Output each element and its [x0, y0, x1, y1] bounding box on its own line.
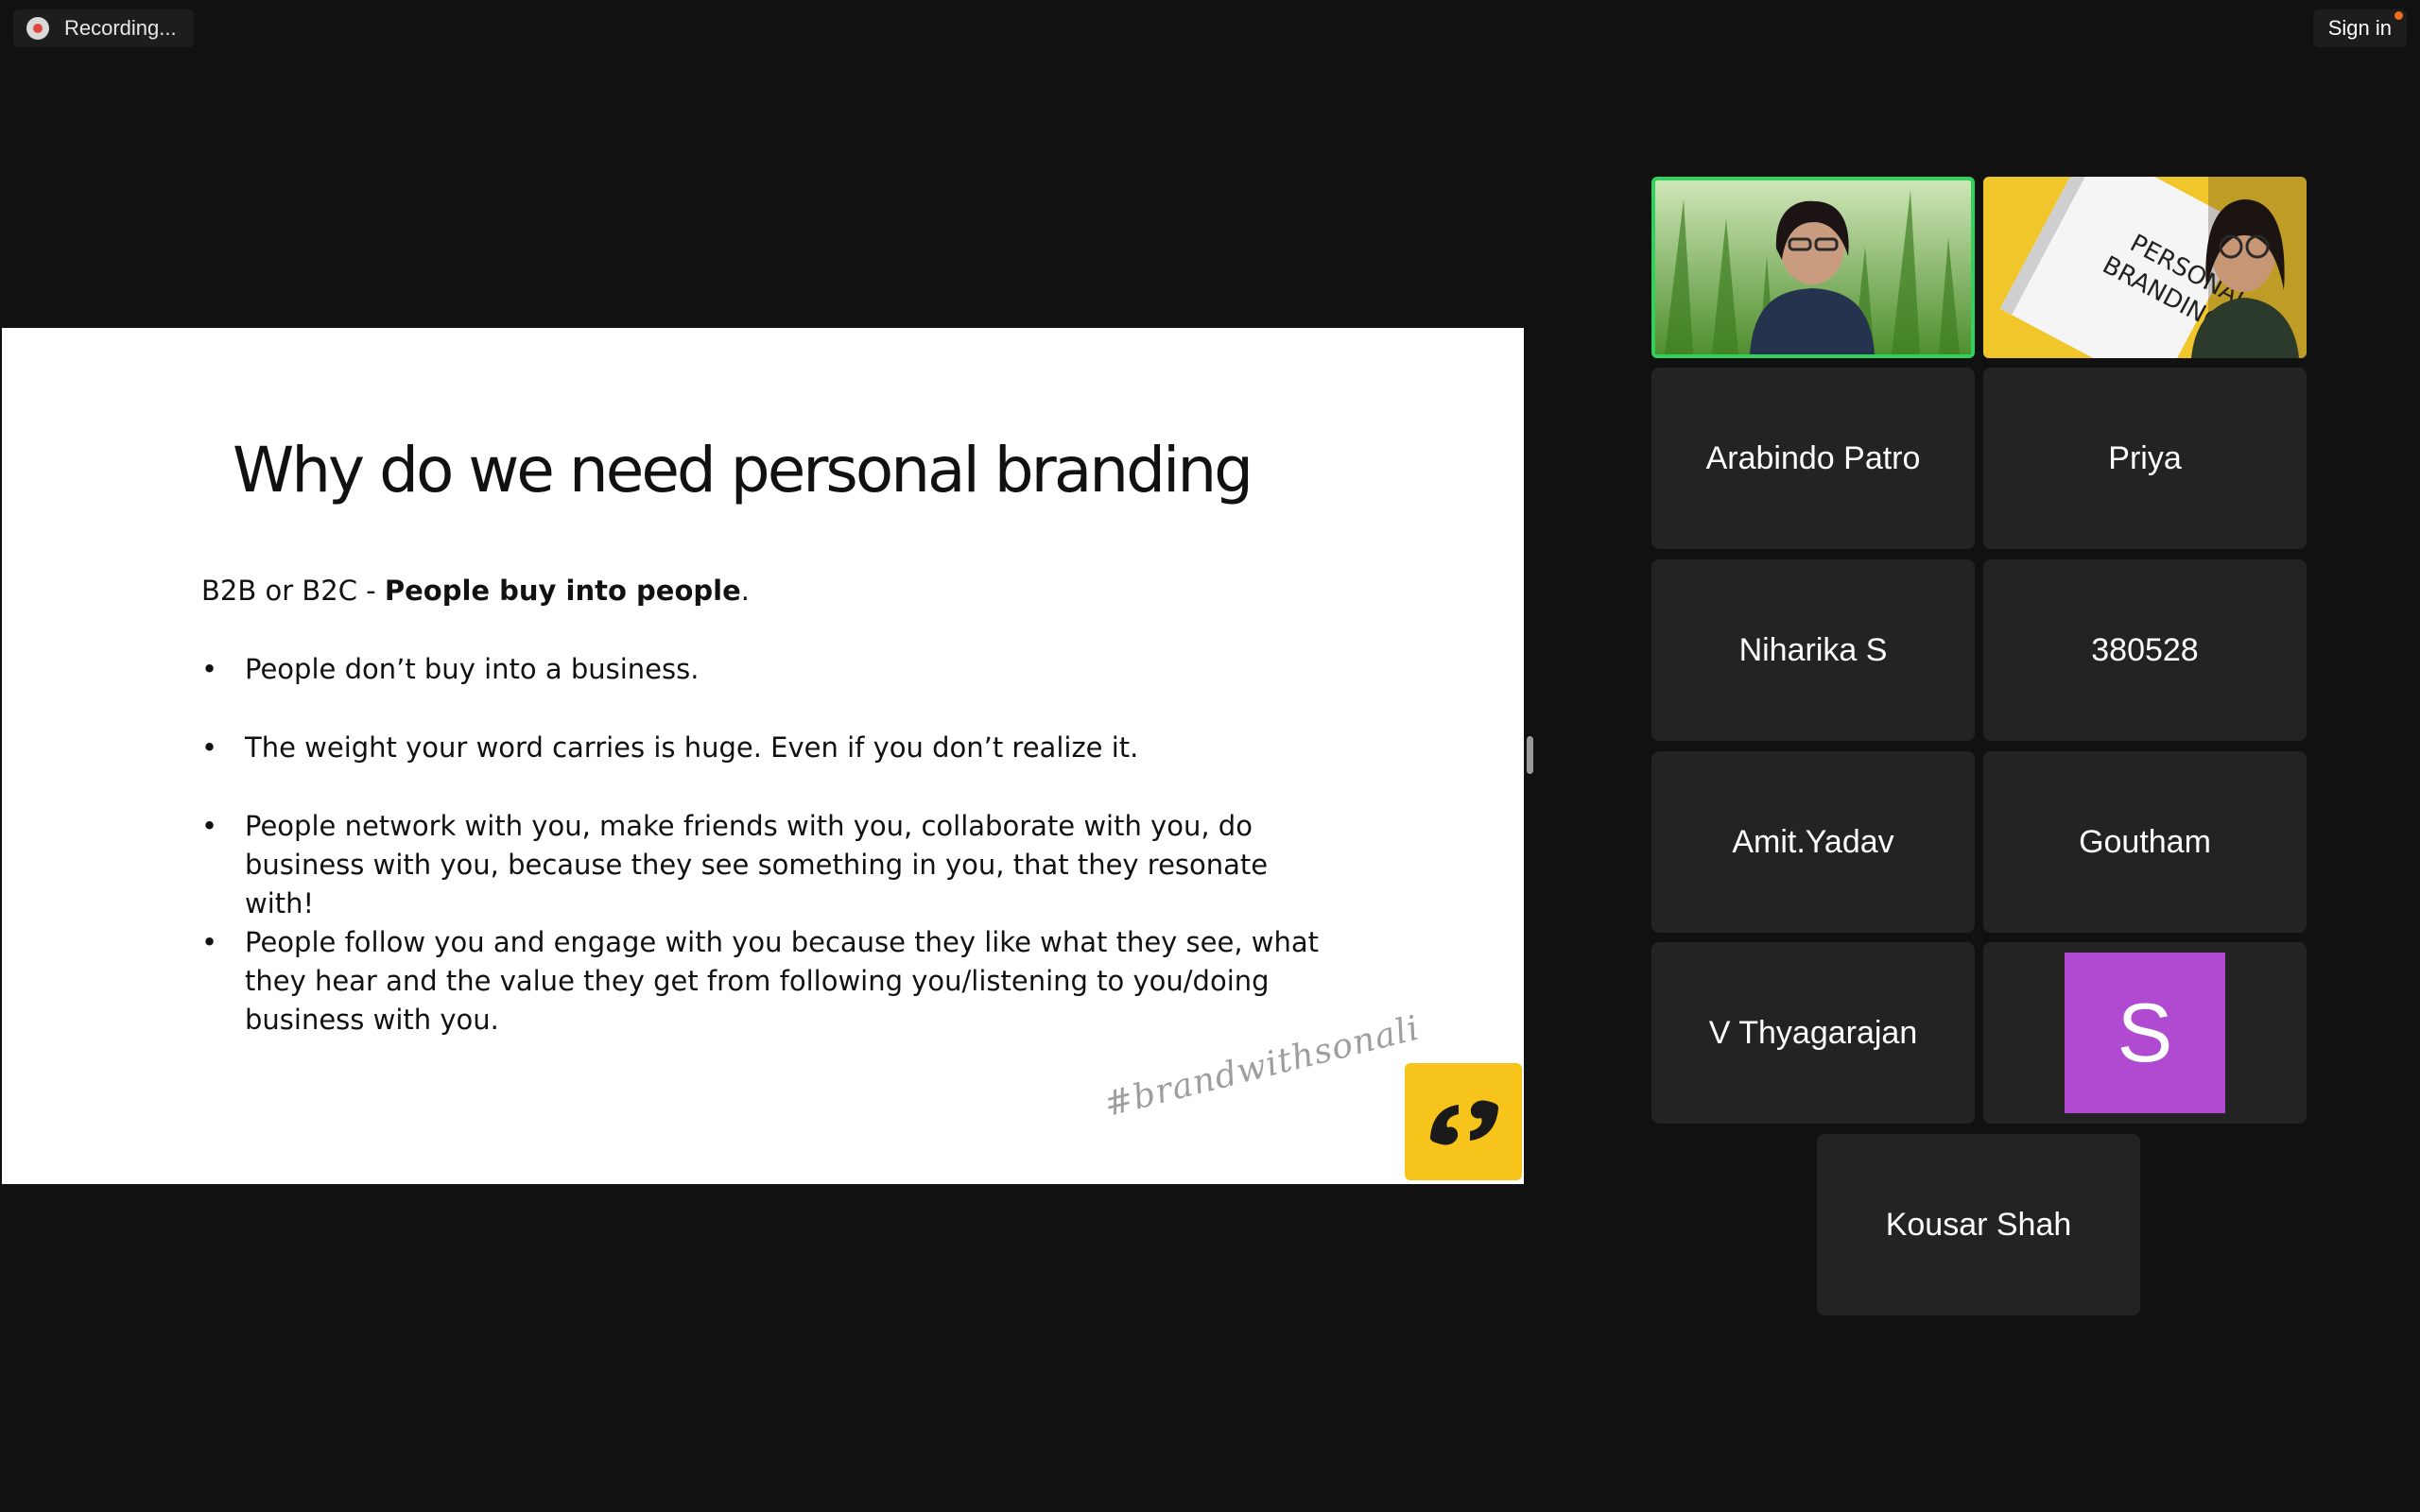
slide-body: B2B or B2C - People buy into people. Peo…: [201, 572, 1336, 1040]
avatar: S: [2065, 953, 2225, 1113]
video-tile-participant[interactable]: PERSONAL BRANDING: [1983, 177, 2307, 358]
sign-in-button[interactable]: Sign in: [2312, 9, 2407, 47]
participant-name: Arabindo Patro: [1705, 439, 1921, 476]
participant-name: Priya: [2108, 439, 2182, 476]
notification-dot-icon: [2394, 11, 2403, 20]
meeting-window: Recording... Sign in Why do we need pers…: [0, 0, 2420, 1512]
participant-name: 380528: [2091, 631, 2199, 668]
participant-video: PERSONAL BRANDING: [1983, 177, 2307, 358]
brand-logo: [1405, 1063, 1522, 1180]
slide-bullet: The weight your word carries is huge. Ev…: [201, 729, 1336, 767]
participant-name: V Thyagarajan: [1708, 1014, 1918, 1051]
recording-indicator[interactable]: Recording...: [13, 9, 194, 47]
participant-tile-avatar[interactable]: S: [1983, 942, 2307, 1124]
participant-tile[interactable]: Niharika S: [1651, 559, 1975, 741]
participant-tile[interactable]: Goutham: [1983, 751, 2307, 933]
participant-name: Goutham: [2079, 823, 2211, 860]
participant-name: Kousar Shah: [1885, 1206, 2072, 1243]
participant-name: Niharika S: [1738, 631, 1888, 668]
quote-mark-icon: [1429, 1100, 1499, 1145]
slide-bullet-list: People don’t buy into a business. The we…: [201, 650, 1336, 1040]
participant-tile[interactable]: Arabindo Patro: [1651, 368, 1975, 549]
recording-label: Recording...: [64, 16, 177, 40]
slide-bullet: People follow you and engage with you be…: [201, 923, 1336, 1040]
participant-tile[interactable]: Amit.Yadav: [1651, 751, 1975, 933]
participant-tile[interactable]: 380528: [1983, 559, 2307, 741]
participant-tile[interactable]: V Thyagarajan: [1651, 942, 1975, 1124]
sign-in-label: Sign in: [2327, 16, 2392, 40]
record-icon: [26, 17, 49, 40]
resize-handle[interactable]: [1527, 736, 1533, 774]
participant-tile[interactable]: Kousar Shah: [1817, 1134, 2140, 1315]
slide-title: Why do we need personal branding: [232, 434, 1253, 507]
shared-screen-slide: Why do we need personal branding B2B or …: [2, 328, 1524, 1184]
participant-video-speaker: [1655, 180, 1971, 354]
slide-bullet: People network with you, make friends wi…: [201, 807, 1336, 923]
intro-bold-text: People buy into people: [384, 575, 741, 607]
slide-intro: B2B or B2C - People buy into people.: [201, 572, 1336, 610]
video-tile-active-speaker[interactable]: [1651, 177, 1975, 358]
intro-text: B2B or B2C -: [201, 575, 385, 607]
slide-bullet: People don’t buy into a business.: [201, 650, 1336, 689]
intro-end: .: [740, 575, 750, 607]
participant-name: Amit.Yadav: [1732, 823, 1894, 860]
participant-tile[interactable]: Priya: [1983, 368, 2307, 549]
